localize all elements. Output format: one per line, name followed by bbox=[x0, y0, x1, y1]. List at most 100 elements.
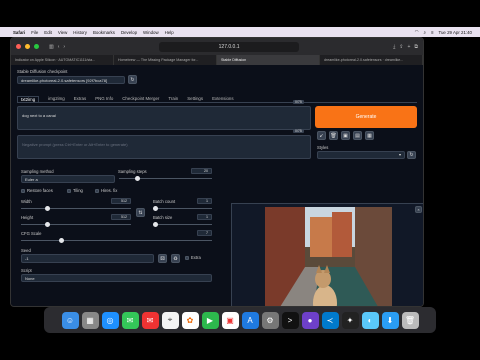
close-icon[interactable]: × bbox=[415, 206, 422, 213]
finder-icon[interactable]: ☺ bbox=[61, 311, 79, 329]
share-icon[interactable]: ⇪ bbox=[399, 44, 403, 50]
script-select[interactable]: None bbox=[21, 274, 212, 282]
browser-tab[interactable]: Indicator on Apple Silicon · AUTOMATIC11… bbox=[11, 55, 114, 65]
menu-file[interactable]: File bbox=[31, 30, 38, 35]
control-center-icon[interactable]: ≡ bbox=[431, 30, 434, 35]
downloads-folder-icon[interactable]: ⬇ bbox=[381, 311, 399, 329]
batch-count-label: Batch count bbox=[153, 199, 176, 204]
clock[interactable]: Tue 29 Apr 21:40 bbox=[438, 30, 472, 35]
seed-input[interactable]: -1 bbox=[21, 254, 154, 263]
menu-window[interactable]: Window bbox=[143, 30, 159, 35]
tiling-checkbox[interactable] bbox=[67, 189, 71, 193]
address-bar[interactable]: 127.0.0.1 bbox=[159, 41, 300, 52]
batch-count-handle[interactable] bbox=[153, 206, 158, 211]
zoom-window-icon[interactable] bbox=[34, 44, 39, 49]
sampling-steps-slider[interactable] bbox=[119, 178, 212, 179]
sampling-method-select[interactable]: Euler a bbox=[21, 175, 115, 183]
read-params-button[interactable]: ↙ bbox=[317, 131, 326, 140]
browser-tab[interactable]: dreamlike-photoreal-2.0.safetensors · dr… bbox=[320, 55, 423, 65]
extra-seed-checkbox[interactable] bbox=[185, 256, 189, 260]
height-slider[interactable] bbox=[21, 224, 131, 225]
sidebar-icon[interactable]: ▥ bbox=[49, 44, 54, 50]
forward-icon[interactable]: › bbox=[63, 44, 65, 50]
batch-count-input[interactable]: 1 bbox=[197, 198, 212, 204]
tab-overview-icon[interactable]: ⧉ bbox=[414, 44, 418, 50]
batch-size-handle[interactable] bbox=[153, 222, 158, 227]
menu-bookmarks[interactable]: Bookmarks bbox=[93, 30, 115, 35]
save-icon: ▦ bbox=[367, 132, 372, 139]
github-icon[interactable]: ● bbox=[301, 311, 319, 329]
system-settings-icon[interactable]: ⚙ bbox=[261, 311, 279, 329]
refresh-checkpoint-button[interactable]: ↻ bbox=[128, 75, 137, 84]
clear-prompt-button[interactable]: 🗑 bbox=[329, 131, 338, 140]
generated-image[interactable] bbox=[265, 207, 392, 307]
cfg-scale-handle[interactable] bbox=[59, 238, 64, 243]
webui-content: Stable Diffusion checkpoint dreamlike-ph… bbox=[11, 65, 423, 307]
apply-style-button[interactable]: ▤ bbox=[353, 131, 362, 140]
final-cut-icon[interactable]: ✦ bbox=[341, 311, 359, 329]
back-icon[interactable]: ‹ bbox=[58, 44, 60, 50]
prompt-token-counter: 0/75 bbox=[293, 100, 304, 104]
download-icon[interactable]: ⤓ bbox=[393, 44, 395, 50]
browser-tab[interactable]: Homebrew — The Missing Package Manager f… bbox=[114, 55, 217, 65]
macos-dock: ☺ ▦ ◎ ✉ ✉ ⌖ ✿ ▶ ▣ A ⚙ > ● ≺ ✦ ◐ ⬇ 🗑 bbox=[44, 307, 436, 333]
restore-faces-checkbox[interactable] bbox=[21, 189, 25, 193]
mail-icon[interactable]: ✉ bbox=[141, 311, 159, 329]
checkpoint-select[interactable]: dreamlike-photoreal-2.0.safetensors [92f… bbox=[17, 76, 125, 84]
width-label: Width bbox=[21, 199, 32, 204]
sampling-steps-input[interactable]: 20 bbox=[191, 168, 212, 174]
photos-icon[interactable]: ✿ bbox=[181, 311, 199, 329]
negative-prompt-input[interactable]: Negative prompt (press Ctrl+Enter or Alt… bbox=[17, 135, 311, 159]
dice-icon: ⚄ bbox=[160, 255, 165, 262]
prompt-input[interactable]: dog next to a canal bbox=[17, 106, 311, 130]
sampling-method-label: Sampling method bbox=[21, 169, 54, 174]
styles-select[interactable]: ▾ bbox=[317, 151, 405, 159]
messages-icon[interactable]: ✉ bbox=[121, 311, 139, 329]
search-icon[interactable]: ⌕ bbox=[423, 30, 425, 35]
minimize-window-icon[interactable] bbox=[25, 44, 30, 49]
menu-history[interactable]: History bbox=[73, 30, 87, 35]
app-store-icon[interactable]: A bbox=[241, 311, 259, 329]
hires-fix-checkbox[interactable] bbox=[95, 189, 99, 193]
terminal-icon[interactable]: > bbox=[281, 311, 299, 329]
width-handle[interactable] bbox=[45, 206, 50, 211]
maps-icon[interactable]: ⌖ bbox=[161, 311, 179, 329]
menu-develop[interactable]: Develop bbox=[121, 30, 137, 35]
reuse-seed-button[interactable]: ♻ bbox=[171, 254, 180, 263]
extra-seed-label: Extra bbox=[191, 255, 201, 260]
wifi-icon[interactable]: ◠ bbox=[415, 29, 419, 35]
menu-view[interactable]: View bbox=[58, 30, 67, 35]
width-slider[interactable] bbox=[21, 208, 131, 209]
random-seed-button[interactable]: ⚄ bbox=[158, 254, 167, 263]
vscode-icon[interactable]: ≺ bbox=[321, 311, 339, 329]
save-style-button[interactable]: ▦ bbox=[365, 131, 374, 140]
close-window-icon[interactable] bbox=[16, 44, 21, 49]
checkpoint-label: Stable Diffusion checkpoint bbox=[17, 69, 68, 74]
menu-app[interactable]: Safari bbox=[13, 30, 25, 35]
cfg-scale-input[interactable]: 7 bbox=[197, 230, 212, 236]
height-input[interactable]: 512 bbox=[111, 214, 131, 220]
trash-icon[interactable]: 🗑 bbox=[401, 311, 419, 329]
batch-size-slider[interactable] bbox=[153, 224, 212, 225]
menu-edit[interactable]: Edit bbox=[44, 30, 52, 35]
facetime-icon[interactable]: ▶ bbox=[201, 311, 219, 329]
sampling-steps-handle[interactable] bbox=[135, 176, 140, 181]
calendar-icon[interactable]: ▣ bbox=[221, 311, 239, 329]
swap-dimensions-button[interactable]: ⇅ bbox=[136, 208, 145, 217]
menu-help[interactable]: Help bbox=[165, 30, 174, 35]
new-tab-icon[interactable]: + bbox=[408, 44, 411, 50]
batch-size-input[interactable]: 1 bbox=[197, 214, 212, 220]
refresh-styles-button[interactable]: ↻ bbox=[407, 151, 416, 159]
batch-count-slider[interactable] bbox=[153, 208, 212, 209]
extra-networks-button[interactable]: ▣ bbox=[341, 131, 350, 140]
launchpad-icon[interactable]: ▦ bbox=[81, 311, 99, 329]
tab-divider bbox=[17, 102, 417, 103]
height-handle[interactable] bbox=[45, 222, 50, 227]
negative-token-counter: 0/75 bbox=[293, 129, 304, 133]
browser-tab-active[interactable]: Stable Diffusion bbox=[217, 55, 320, 65]
cfg-scale-slider[interactable] bbox=[21, 240, 212, 241]
safari-icon[interactable]: ◎ bbox=[101, 311, 119, 329]
width-input[interactable]: 512 bbox=[111, 198, 131, 204]
generate-button[interactable]: Generate bbox=[315, 106, 417, 128]
preview-icon[interactable]: ◐ bbox=[361, 311, 379, 329]
